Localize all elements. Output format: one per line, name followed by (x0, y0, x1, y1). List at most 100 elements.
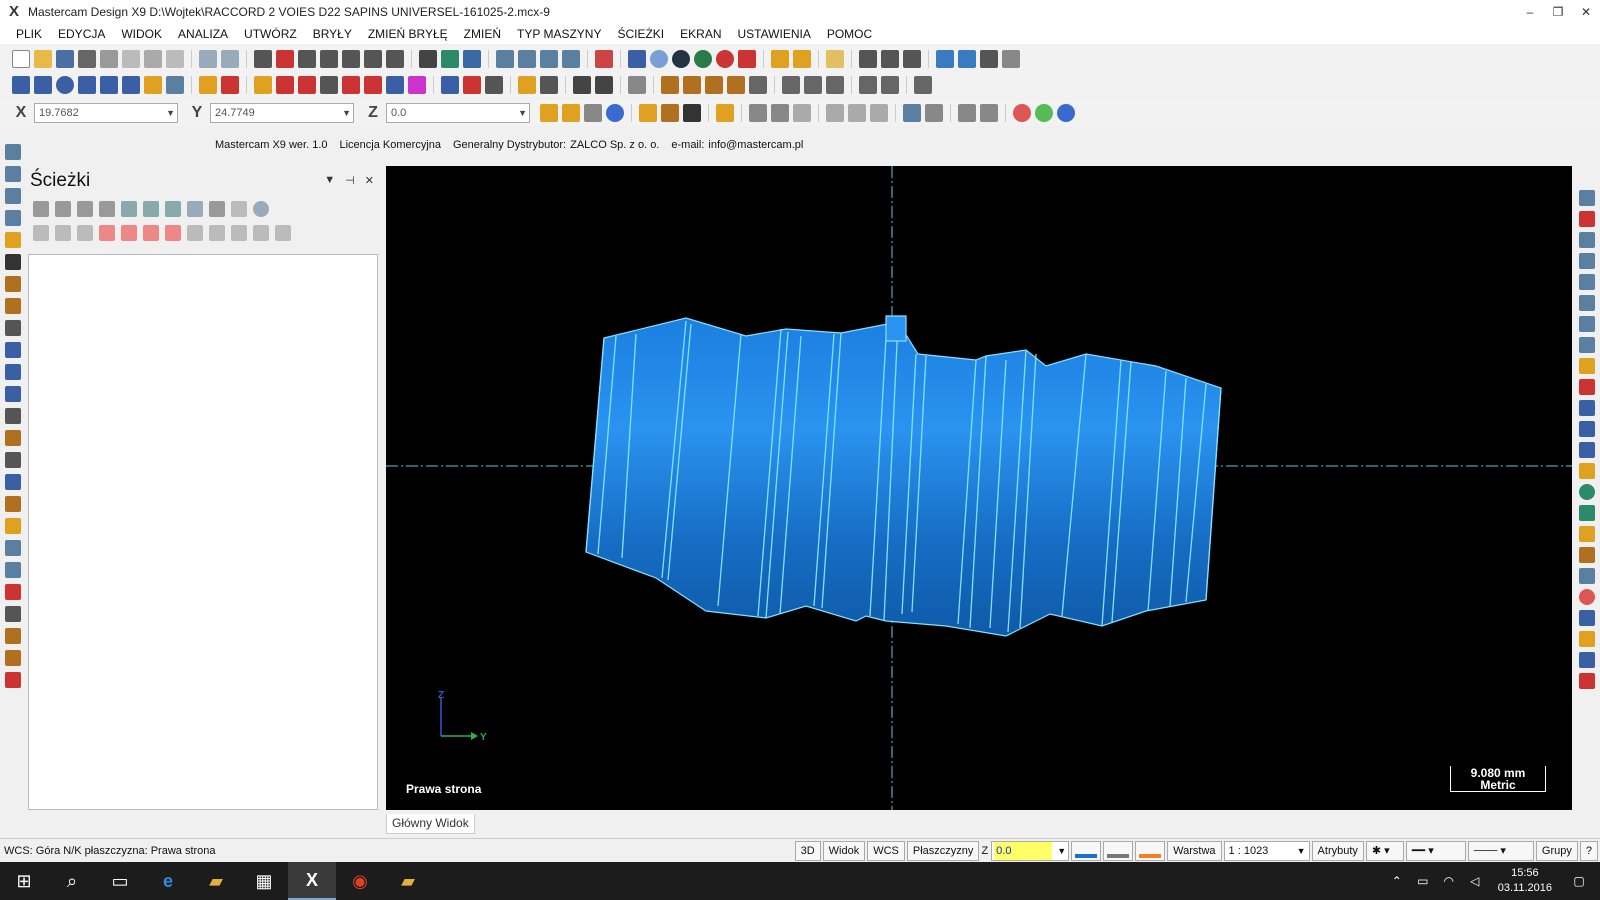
hidden-line-icon[interactable] (716, 50, 734, 68)
note-icon[interactable] (518, 76, 536, 94)
left-tool-13-icon[interactable] (5, 408, 21, 424)
dimension-horizontal-icon[interactable] (573, 76, 591, 94)
left-tool-25-icon[interactable] (5, 672, 21, 688)
wifi-icon[interactable]: ◠ (1440, 874, 1458, 888)
zoom-dynamic-icon[interactable] (342, 50, 360, 68)
clock[interactable]: 15:56 03.11.2016 (1498, 866, 1552, 896)
layout-icon[interactable] (1002, 50, 1020, 68)
menu-analiza[interactable]: ANALIZA (170, 27, 236, 41)
y-coordinate-field[interactable]: 24.7749 ▼ (210, 103, 354, 123)
snap-icon[interactable] (584, 104, 602, 122)
scale-icon[interactable] (342, 76, 360, 94)
wcs-button[interactable]: WCS (867, 841, 905, 861)
left-tool-20-icon[interactable] (5, 562, 21, 578)
search-icon[interactable]: ⌕ (48, 862, 96, 900)
highfeed-icon[interactable] (209, 201, 225, 217)
z-coordinate-field[interactable]: 0.0 ▼ (386, 103, 530, 123)
sum-icon[interactable] (980, 50, 998, 68)
leader-icon[interactable] (540, 76, 558, 94)
right-tool-11-icon[interactable] (1579, 400, 1595, 416)
view-iso-icon[interactable] (562, 50, 580, 68)
point-style-select[interactable]: ✱ ▾ (1365, 841, 1404, 861)
menu-pomoc[interactable]: POMOC (819, 27, 880, 41)
select-cursor-icon[interactable] (980, 104, 998, 122)
help-pointer-icon[interactable] (859, 50, 877, 68)
solid-select-icon[interactable] (793, 104, 811, 122)
move-down-icon[interactable] (99, 225, 115, 241)
left-tool-4-icon[interactable] (5, 210, 21, 226)
left-tool-23-icon[interactable] (5, 628, 21, 644)
project-icon[interactable] (408, 76, 426, 94)
left-tool-19-icon[interactable] (5, 540, 21, 556)
right-tool-22-icon[interactable] (1579, 631, 1595, 647)
right-tool-24-icon[interactable] (1579, 673, 1595, 689)
rotate-icon[interactable] (419, 50, 437, 68)
toggle-post-icon[interactable] (77, 225, 93, 241)
left-tool-14-icon[interactable] (5, 430, 21, 446)
plaszczyzny-button[interactable]: Płaszczyzny (906, 841, 980, 861)
color-swatch-button[interactable] (1071, 841, 1102, 861)
right-tool-21-icon[interactable] (1579, 610, 1595, 626)
x-coordinate-field[interactable]: 19.7682 ▼ (34, 103, 178, 123)
sweep-icon[interactable] (727, 76, 745, 94)
chrome-browser-icon[interactable]: ◉ (336, 862, 384, 900)
translate-icon[interactable] (254, 76, 272, 94)
right-tool-12-icon[interactable] (1579, 421, 1595, 437)
select-all-icon[interactable] (716, 104, 734, 122)
layer-select[interactable]: 1 : 1023 ▼ (1223, 841, 1310, 861)
trim-icon[interactable] (199, 76, 217, 94)
pencil-icon[interactable] (771, 50, 789, 68)
stock-icon[interactable] (914, 76, 932, 94)
zoom-out-icon[interactable] (364, 50, 382, 68)
notification-icon[interactable]: ▢ (1570, 874, 1588, 888)
right-tool-14-icon[interactable] (1579, 463, 1595, 479)
select-face-icon[interactable] (826, 104, 844, 122)
minimize-button[interactable]: – (1516, 0, 1544, 24)
menu-typ-maszyny[interactable]: TYP MASZYNY (509, 27, 609, 41)
statistics-icon[interactable] (958, 50, 976, 68)
task-view-icon[interactable]: ▭ (96, 862, 144, 900)
left-tool-6-icon[interactable] (5, 254, 21, 270)
rotate-entity-icon[interactable] (320, 76, 338, 94)
select-layer-icon[interactable] (639, 104, 657, 122)
menu-bryly[interactable]: BRYŁY (305, 27, 360, 41)
menu-zmien-bryle[interactable]: ZMIEŃ BRYŁĘ (360, 27, 456, 41)
right-tool-4-icon[interactable] (1579, 253, 1595, 269)
right-tool-18-icon[interactable] (1579, 547, 1595, 563)
zoom-target-icon[interactable] (298, 50, 316, 68)
deselect-ops-icon[interactable] (55, 201, 71, 217)
restore-button[interactable]: ❐ (1544, 0, 1572, 24)
fillet-icon[interactable] (100, 76, 118, 94)
solid-icon[interactable] (144, 76, 162, 94)
zoom-window-icon[interactable] (276, 50, 294, 68)
hatch-icon[interactable] (628, 76, 646, 94)
right-tool-1-icon[interactable] (1579, 190, 1595, 206)
expand-icon[interactable] (209, 225, 225, 241)
panel-help-icon[interactable] (253, 201, 269, 217)
plane-icon[interactable] (463, 50, 481, 68)
zoom-select-icon[interactable] (320, 50, 338, 68)
right-tool-16-icon[interactable] (1579, 505, 1595, 521)
offset-icon[interactable] (364, 76, 382, 94)
simulate-icon[interactable] (165, 201, 181, 217)
menu-zmien[interactable]: ZMIEŃ (456, 27, 509, 41)
surface-color-button[interactable] (1135, 841, 1166, 861)
select-edge-icon[interactable] (848, 104, 866, 122)
spline-icon[interactable] (122, 76, 140, 94)
select-group-icon[interactable] (661, 104, 679, 122)
measure-icon[interactable] (122, 50, 140, 68)
left-tool-22-icon[interactable] (5, 606, 21, 622)
left-tool-16-icon[interactable] (5, 474, 21, 490)
menu-plik[interactable]: PLIK (8, 27, 50, 41)
select-back-icon[interactable] (903, 104, 921, 122)
help-icon[interactable] (606, 104, 624, 122)
menu-widok[interactable]: WIDOK (113, 27, 170, 41)
open-file-icon[interactable] (34, 50, 52, 68)
surface-offset-icon[interactable] (804, 76, 822, 94)
left-tool-3-icon[interactable] (5, 188, 21, 204)
solid-color-button[interactable] (1103, 841, 1134, 861)
windows-start-icon[interactable]: ⊞ (0, 862, 48, 900)
attributes-icon[interactable] (793, 50, 811, 68)
settings-icon[interactable] (936, 50, 954, 68)
post-g1-icon[interactable] (187, 201, 203, 217)
